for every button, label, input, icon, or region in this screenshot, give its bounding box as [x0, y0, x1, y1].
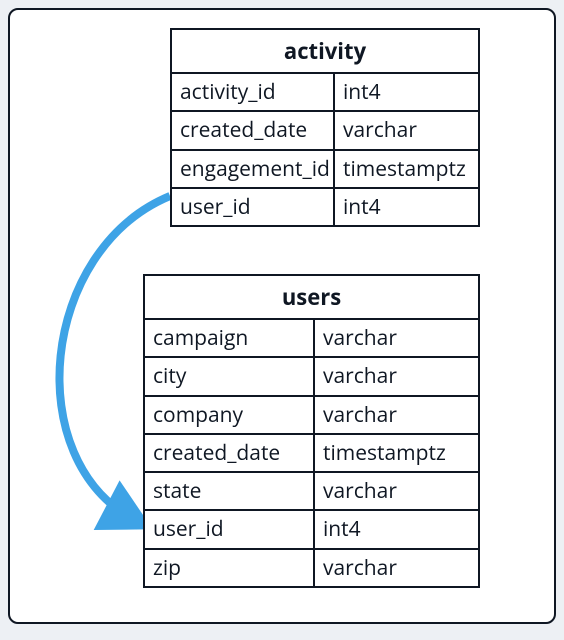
- table-rows: activity_id int4 created_date varchar en…: [172, 74, 478, 225]
- column-type: varchar: [315, 397, 405, 433]
- column-name: engagement_id: [172, 151, 335, 187]
- table-row: state varchar: [145, 473, 478, 511]
- column-name: company: [145, 397, 315, 433]
- table-row: created_date timestamptz: [145, 435, 478, 473]
- table-activity: activity activity_id int4 created_date v…: [170, 28, 480, 227]
- table-rows: campaign varchar city varchar company va…: [145, 320, 478, 586]
- table-users: users campaign varchar city varchar comp…: [143, 274, 480, 588]
- column-name: activity_id: [172, 74, 335, 110]
- column-type: timestamptz: [315, 435, 454, 471]
- table-row: engagement_id timestamptz: [172, 151, 478, 189]
- table-row: city varchar: [145, 358, 478, 396]
- table-row: zip varchar: [145, 550, 478, 586]
- column-name: created_date: [145, 435, 315, 471]
- table-row: created_date varchar: [172, 112, 478, 150]
- column-name: state: [145, 473, 315, 509]
- column-name: zip: [145, 550, 315, 586]
- table-row: campaign varchar: [145, 320, 478, 358]
- table-title: users: [145, 276, 478, 320]
- column-name: campaign: [145, 320, 315, 356]
- column-name: user_id: [145, 511, 315, 547]
- column-type: int4: [335, 189, 389, 225]
- column-type: int4: [335, 74, 389, 110]
- table-row: user_id int4: [172, 189, 478, 225]
- column-name: city: [145, 358, 315, 394]
- table-row: activity_id int4: [172, 74, 478, 112]
- column-type: int4: [315, 511, 369, 547]
- table-row: company varchar: [145, 397, 478, 435]
- column-name: user_id: [172, 189, 335, 225]
- table-row: user_id int4: [145, 511, 478, 549]
- diagram-frame: activity activity_id int4 created_date v…: [8, 8, 556, 624]
- column-type: varchar: [315, 358, 405, 394]
- column-type: varchar: [315, 473, 405, 509]
- column-name: created_date: [172, 112, 335, 148]
- column-type: varchar: [335, 112, 425, 148]
- column-type: varchar: [315, 320, 405, 356]
- table-title: activity: [172, 30, 478, 74]
- column-type: varchar: [315, 550, 405, 586]
- column-type: timestamptz: [335, 151, 474, 187]
